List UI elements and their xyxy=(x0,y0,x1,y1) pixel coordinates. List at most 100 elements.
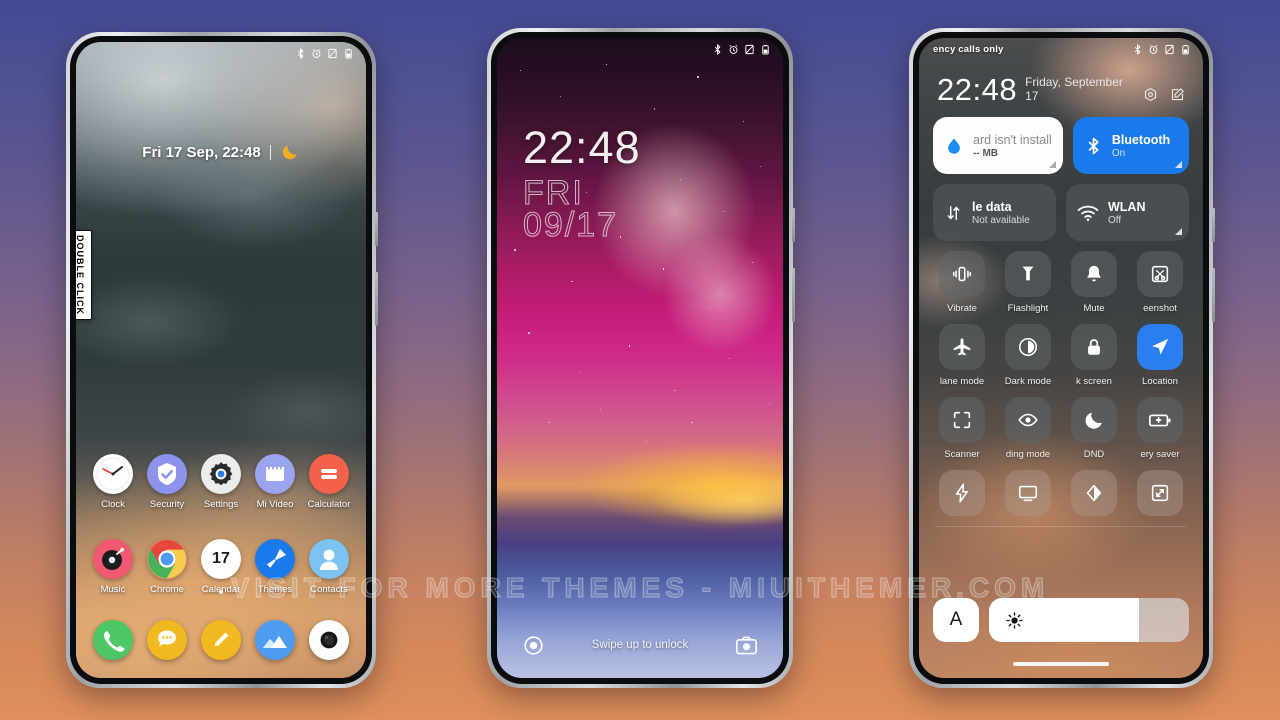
home-clock-widget[interactable]: Fri 17 Sep, 22:48 xyxy=(76,142,366,162)
tile-title: Bluetooth xyxy=(1111,132,1171,147)
phone1-screen: Fri 17 Sep, 22:48 DOUBLE CLICK Clock Sec… xyxy=(76,42,366,678)
shield-check-icon xyxy=(147,454,187,494)
power-button[interactable] xyxy=(1212,208,1215,242)
toggle-label: ding mode xyxy=(1005,449,1051,460)
auto-brightness-button[interactable]: A xyxy=(933,598,979,642)
toggle-screenshot[interactable]: eenshot xyxy=(1131,251,1189,314)
pencil-icon[interactable] xyxy=(201,620,241,660)
calendar-day: 17 xyxy=(212,550,230,567)
toggle-battery-saver[interactable]: ery saver xyxy=(1131,397,1189,460)
contrast-circle-icon xyxy=(1005,324,1051,370)
phone-device-lock: 22:48 FRI 09/17 Swipe up to unlock xyxy=(487,28,795,688)
camera-lens-icon[interactable] xyxy=(309,620,349,660)
edit-icon[interactable] xyxy=(1170,87,1185,102)
toggle-reading-mode[interactable]: ding mode xyxy=(999,397,1057,460)
lightning-bolt-icon xyxy=(939,470,985,516)
toggle-quick-action[interactable] xyxy=(933,470,991,516)
toggle-grid: Vibrate Flashlight Mute eenshot lane mod… xyxy=(933,251,1189,460)
toggle-cast[interactable] xyxy=(999,470,1057,516)
volume-button[interactable] xyxy=(375,272,378,326)
app-calculator[interactable]: Calculator xyxy=(304,454,354,510)
phone-icon[interactable] xyxy=(93,620,133,660)
mountain-icon[interactable] xyxy=(255,620,295,660)
toggle-mute[interactable]: Mute xyxy=(1065,251,1123,314)
home-clock-text: Fri 17 Sep, 22:48 xyxy=(142,143,261,161)
brightness-slider[interactable] xyxy=(989,598,1189,642)
toggle-dark-mode[interactable]: Dark mode xyxy=(999,324,1057,387)
settings-hex-icon[interactable] xyxy=(1143,87,1158,102)
toggle-label: Scanner xyxy=(944,449,980,460)
calculator-icon xyxy=(309,454,349,494)
tile-bluetooth[interactable]: Bluetooth On xyxy=(1072,117,1189,174)
tile-storage[interactable]: ard isn't install -- MB xyxy=(933,117,1063,174)
app-music[interactable]: Music xyxy=(88,539,138,595)
bluetooth-icon xyxy=(1134,43,1141,55)
volume-button[interactable] xyxy=(1212,268,1215,322)
cc-date: Friday, September 17 xyxy=(1025,75,1123,103)
control-center-header: 22:48 Friday, September 17 xyxy=(933,60,1189,117)
bluetooth-icon xyxy=(297,47,304,59)
expand-corner-icon[interactable] xyxy=(1175,228,1182,235)
app-themes[interactable]: Themes xyxy=(250,539,300,595)
app-contacts[interactable]: Contacts xyxy=(304,539,354,595)
tile-subtitle: Off xyxy=(1108,214,1122,226)
volume-button[interactable] xyxy=(792,268,795,322)
phone-device-home: Fri 17 Sep, 22:48 DOUBLE CLICK Clock Sec… xyxy=(66,32,378,688)
dock xyxy=(76,620,366,660)
app-settings[interactable]: Settings xyxy=(196,454,246,510)
toggle-lock-screen[interactable]: k screen xyxy=(1065,324,1123,387)
tile-wlan[interactable]: WLAN Off xyxy=(1066,184,1189,241)
app-mi-video[interactable]: Mi Video xyxy=(250,454,300,510)
calendar-icon: 17 xyxy=(201,539,241,579)
toggle-scanner[interactable]: Scanner xyxy=(933,397,991,460)
tile-subtitle: On xyxy=(1111,147,1126,159)
status-bar xyxy=(497,38,783,60)
alarm-icon xyxy=(729,44,738,54)
home-indicator-bar[interactable] xyxy=(1013,662,1109,666)
screenshot-scissors-icon xyxy=(1137,251,1183,297)
battery-icon xyxy=(345,48,352,59)
person-icon xyxy=(309,539,349,579)
clock-divider xyxy=(269,144,271,160)
app-label: Security xyxy=(149,499,185,510)
scan-frame-icon xyxy=(939,397,985,443)
gear-icon xyxy=(201,454,241,494)
message-bubble-icon[interactable] xyxy=(147,620,187,660)
expand-corner-icon[interactable] xyxy=(1048,161,1056,168)
toggle-flashlight[interactable]: Flashlight xyxy=(999,251,1057,314)
bell-icon xyxy=(1071,251,1117,297)
paint-brush-icon xyxy=(255,539,295,579)
camera-icon[interactable] xyxy=(735,635,757,656)
power-button[interactable] xyxy=(792,208,795,242)
battery-plus-icon xyxy=(1137,397,1183,443)
alarm-icon xyxy=(312,48,321,58)
toggle-location[interactable]: Location xyxy=(1131,324,1189,387)
toggle-fullscreen[interactable] xyxy=(1131,470,1189,516)
toggle-label: Flashlight xyxy=(1007,303,1049,314)
power-button[interactable] xyxy=(375,212,378,246)
app-calendar[interactable]: 17 Calendar xyxy=(196,539,246,595)
page-indicator-dot xyxy=(219,590,223,594)
toggle-grid-partial xyxy=(933,470,1189,516)
airplane-icon xyxy=(939,324,985,370)
toggle-label: lane mode xyxy=(939,376,985,387)
app-clock[interactable]: Clock xyxy=(88,454,138,510)
toggle-label: eenshot xyxy=(1143,303,1177,314)
flashlight-ring-icon[interactable] xyxy=(523,635,544,656)
expand-corner-icon[interactable] xyxy=(1175,161,1182,168)
toggle-dnd[interactable]: DND xyxy=(1065,397,1123,460)
tile-subtitle: Not available xyxy=(972,214,1030,226)
tile-mobile-data[interactable]: le data Not available xyxy=(933,184,1056,241)
toggle-label: Mute xyxy=(1083,303,1105,314)
app-chrome[interactable]: Chrome xyxy=(142,539,192,595)
toggle-vibrate[interactable]: Vibrate xyxy=(933,251,991,314)
toggle-airplane-mode[interactable]: lane mode xyxy=(933,324,991,387)
chrome-icon xyxy=(147,539,187,579)
toggle-color-mode[interactable] xyxy=(1065,470,1123,516)
app-row-1: Clock Security Settings Mi Video Calcula… xyxy=(76,454,366,510)
color-diamond-icon xyxy=(1071,470,1117,516)
app-security[interactable]: Security xyxy=(142,454,192,510)
vinyl-record-icon xyxy=(93,539,133,579)
header-icons xyxy=(1143,87,1185,105)
bluetooth-icon xyxy=(1088,137,1099,154)
